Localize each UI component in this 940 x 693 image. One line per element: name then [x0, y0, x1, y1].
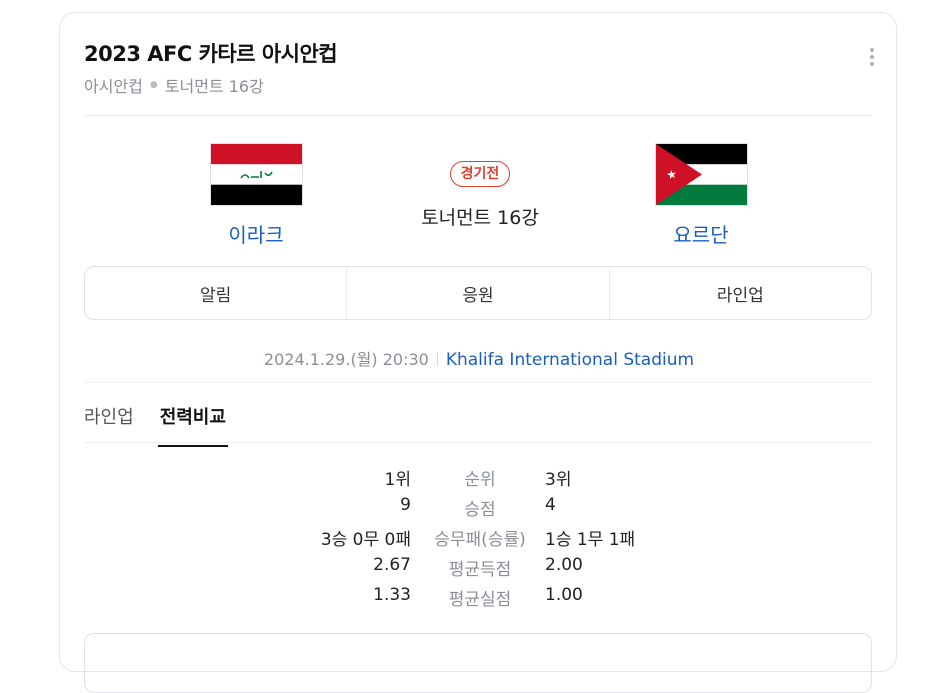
lineup-button[interactable]: 라인업 [610, 267, 871, 319]
divider [84, 382, 872, 383]
match-datetime: 2024.1.29.(월) 20:30 [263, 350, 429, 369]
match-info: 2024.1.29.(월) 20:30 Khalifa International… [60, 346, 898, 370]
action-bar: 알림 응원 라인업 [84, 266, 872, 320]
breadcrumb: 아시안컵 ● 토너먼트 16강 [84, 73, 264, 97]
away-stat-value: 1.00 [545, 585, 583, 605]
away-team[interactable]: 요르단 [621, 143, 781, 248]
home-team[interactable]: 이라크 [176, 143, 336, 248]
away-stat-value: 1승 1무 1패 [545, 530, 636, 550]
stat-row: 1.33 평균실점 1.00 [60, 585, 898, 615]
home-team-name[interactable]: 이라크 [176, 219, 336, 248]
more-options-icon[interactable] [870, 48, 874, 66]
divider [84, 442, 872, 443]
cheer-button[interactable]: 응원 [347, 267, 610, 319]
stat-row: 9 승점 4 [60, 495, 898, 525]
match-card: 2023 AFC 카타르 아시안컵 아시안컵 ● 토너먼트 16강 이라크 경기… [59, 12, 898, 693]
stat-row: 3승 0무 0패 승무패(승률) 1승 1무 1패 [60, 525, 898, 555]
stats-table: 1위 순위 3위 9 승점 4 3승 0무 0패 승무패(승률) 1승 1무 1… [60, 465, 898, 615]
status-badge: 경기전 [449, 161, 511, 187]
breadcrumb-item[interactable]: 토너먼트 16강 [165, 73, 264, 97]
alarm-button[interactable]: 알림 [85, 267, 348, 319]
tab-lineup[interactable]: 라인업 [84, 403, 134, 447]
tab-bar: 라인업 전력비교 [84, 403, 228, 447]
away-team-name[interactable]: 요르단 [621, 219, 781, 248]
next-section-box [84, 633, 872, 693]
iraq-flag-icon [209, 143, 303, 206]
tab-comparison[interactable]: 전력비교 [157, 403, 228, 447]
match-round: 토너먼트 16강 [421, 207, 539, 229]
page-title: 2023 AFC 카타르 아시안컵 [84, 42, 338, 66]
stadium-link[interactable]: Khalifa International Stadium [446, 350, 694, 370]
divider [84, 115, 872, 116]
jordan-flag-icon [654, 143, 748, 206]
away-stat-value: 4 [545, 495, 556, 515]
stat-row: 2.67 평균득점 2.00 [60, 555, 898, 585]
away-stat-value: 2.00 [545, 555, 583, 575]
info-separator [436, 353, 438, 366]
stat-row: 1위 순위 3위 [60, 465, 898, 495]
breadcrumb-separator: ● [149, 80, 158, 90]
breadcrumb-item[interactable]: 아시안컵 [84, 73, 143, 97]
away-stat-value: 3위 [545, 470, 572, 490]
match-status-area: 경기전 토너먼트 16강 [380, 161, 580, 230]
